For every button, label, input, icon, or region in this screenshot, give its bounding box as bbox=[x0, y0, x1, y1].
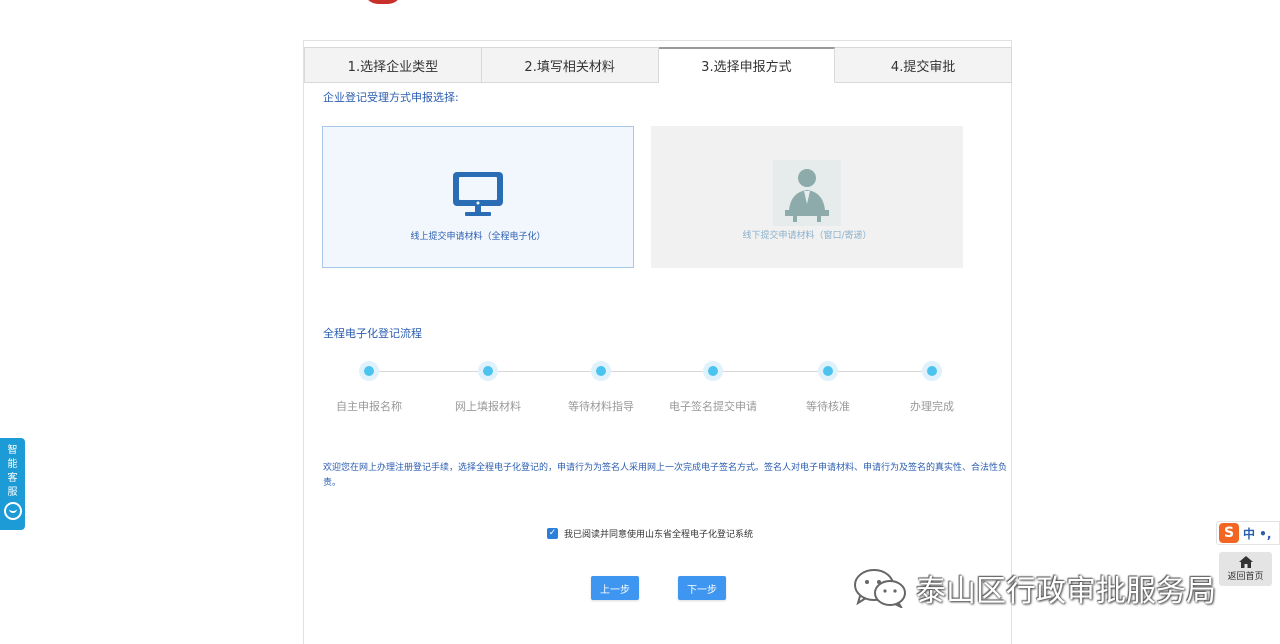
step-label: 办理完成 bbox=[910, 400, 954, 413]
step-dot bbox=[478, 361, 498, 381]
step-label: 网上填报材料 bbox=[455, 400, 521, 413]
step-dot bbox=[591, 361, 611, 381]
step-dot bbox=[922, 361, 942, 381]
notice-text: 欢迎您在网上办理注册登记手续，选择全程电子化登记的，申请行为为签名人采用网上一次… bbox=[323, 463, 1008, 488]
online-option-label: 线上提交申请材料（全程电子化） bbox=[410, 232, 546, 242]
tab-step-1[interactable]: 1.选择企业类型 bbox=[304, 47, 482, 83]
home-icon bbox=[1238, 556, 1253, 568]
prev-step-button[interactable]: 上一步 bbox=[591, 576, 639, 600]
home-label: 返回首页 bbox=[1227, 572, 1264, 582]
method-section-label: 企业登记受理方式申报选择: bbox=[323, 91, 459, 104]
process-step: 自主申报名称 bbox=[314, 361, 424, 414]
wechat-watermark: 泰山区行政审批服务局 bbox=[852, 566, 1216, 610]
step-label: 电子签名提交申请 bbox=[669, 400, 757, 413]
agreement-checkbox-row[interactable]: ✓ 我已阅读并同意使用山东省全程电子化登记系统 bbox=[547, 527, 753, 540]
watermark-text: 泰山区行政审批服务局 bbox=[916, 574, 1216, 609]
back-to-home-button[interactable]: 返回首页 bbox=[1219, 552, 1272, 586]
process-title: 全程电子化登记流程 bbox=[323, 327, 422, 340]
agreement-label: 我已阅读并同意使用山东省全程电子化登记系统 bbox=[564, 530, 754, 540]
customer-service-label-1: 智 bbox=[7, 445, 18, 456]
wechat-icon bbox=[854, 569, 906, 608]
process-step: 电子签名提交申请 bbox=[658, 361, 768, 414]
process-step: 等待材料指导 bbox=[546, 361, 656, 414]
step-dot bbox=[359, 361, 379, 381]
next-step-button[interactable]: 下一步 bbox=[678, 576, 726, 600]
offline-submission-option[interactable]: 线下提交申请材料（窗口/寄递） bbox=[651, 126, 963, 268]
tab-step-4[interactable]: 4.提交审批 bbox=[835, 47, 1012, 83]
ime-mode-text: 中 •, bbox=[1243, 526, 1272, 541]
process-step: 网上填报材料 bbox=[433, 361, 543, 414]
process-step: 等待核准 bbox=[773, 361, 883, 414]
emblem-logo bbox=[364, 0, 402, 4]
step-dot bbox=[818, 361, 838, 381]
customer-service-label-4: 服 bbox=[7, 487, 18, 498]
step-label: 自主申报名称 bbox=[336, 400, 402, 413]
customer-service-label-2: 能 bbox=[7, 459, 18, 470]
sogou-ime-icon: S bbox=[1219, 523, 1239, 543]
process-step: 办理完成 bbox=[877, 361, 987, 414]
online-submission-option[interactable]: 线上提交申请材料（全程电子化） bbox=[322, 126, 634, 268]
ime-toolbar[interactable]: S 中 •, bbox=[1216, 521, 1280, 545]
offline-option-label: 线下提交申请材料（窗口/寄递） bbox=[742, 231, 872, 241]
registration-panel: 1.选择企业类型 2.填写相关材料 3.选择申报方式 4.提交审批 企业登记受理… bbox=[303, 40, 1012, 644]
tab-step-3[interactable]: 3.选择申报方式 bbox=[658, 47, 836, 83]
customer-service-tab[interactable]: 智 能 客 服 bbox=[0, 438, 25, 530]
agreement-checkbox[interactable]: ✓ bbox=[547, 528, 558, 539]
computer-monitor-icon bbox=[442, 161, 514, 227]
tab-step-2[interactable]: 2.填写相关材料 bbox=[481, 47, 659, 83]
customer-service-label-3: 客 bbox=[7, 473, 18, 484]
step-label: 等待核准 bbox=[806, 400, 850, 413]
step-label: 等待材料指导 bbox=[568, 400, 634, 413]
clerk-at-desk-icon bbox=[771, 160, 843, 226]
process-steps: 自主申报名称 网上填报材料 等待材料指导 电子签名提交申请 等待核准 办理完成 bbox=[304, 361, 1012, 421]
step-dot bbox=[703, 361, 723, 381]
step-tabs: 1.选择企业类型 2.填写相关材料 3.选择申报方式 4.提交审批 bbox=[304, 47, 1012, 83]
smile-icon bbox=[3, 502, 22, 520]
site-header-partial bbox=[0, 0, 1280, 6]
